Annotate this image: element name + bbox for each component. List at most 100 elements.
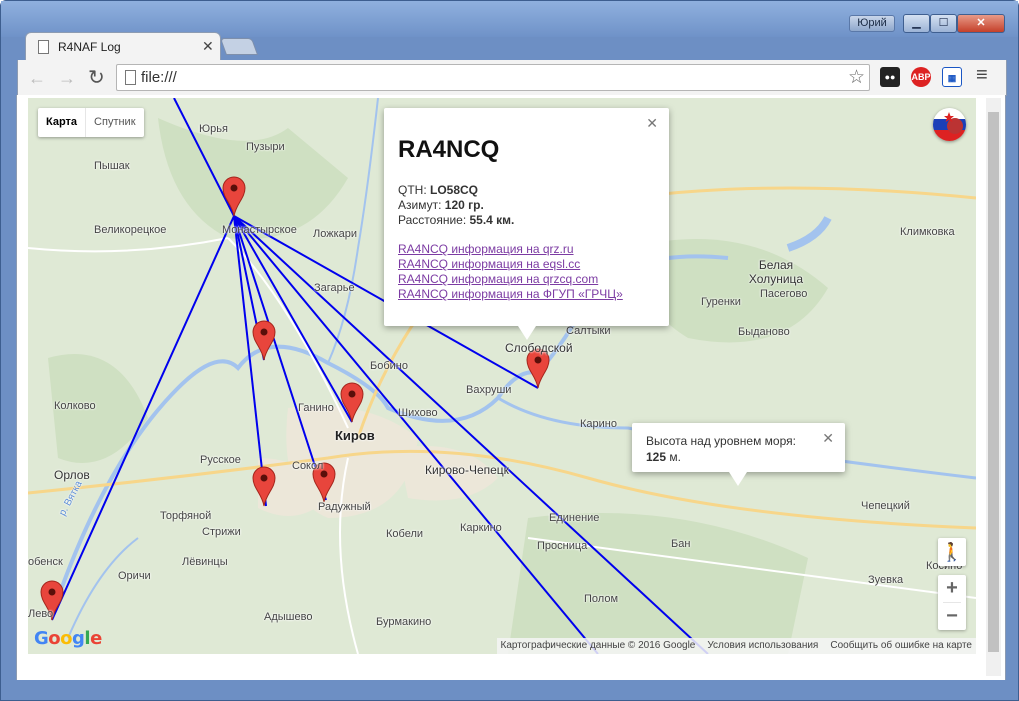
place-label: Загарье	[314, 282, 355, 294]
popup-callsign: RA4NCQ	[398, 136, 500, 163]
scrollbar-thumb[interactable]	[988, 112, 999, 652]
azimuth-value: 120 гр.	[444, 198, 484, 212]
place-label: Лево	[28, 608, 54, 620]
place-label: Лёвинцы	[182, 556, 228, 568]
popup-info: QTH: LO58CQ Азимут: 120 гр. Расстояние: …	[398, 183, 514, 228]
toolbar: ← → ↻ file:/// ☆ ●● ABP ▦ ≡	[17, 60, 1007, 96]
reload-button[interactable]: ↻	[88, 65, 105, 90]
report-error-link[interactable]: Сообщить об ошибке на карте	[830, 638, 972, 654]
popup-tail	[518, 326, 536, 340]
google-logo[interactable]: Google	[34, 628, 102, 649]
menu-icon[interactable]: ≡	[976, 64, 988, 87]
zoom-control: + −	[938, 575, 966, 630]
qth-value: LO58CQ	[430, 183, 479, 197]
close-window-button[interactable]: ✕	[957, 14, 1005, 33]
place-label: Просница	[537, 540, 588, 552]
page-content: Юрья Пузыри Пышак Великорецкое Монастырское Л…	[16, 95, 1006, 680]
place-label: Великорецкое	[94, 224, 167, 236]
place-label: Ганино	[298, 402, 334, 414]
extension-glasses-icon[interactable]: ●●	[880, 67, 900, 87]
place-label: Салтыки	[566, 325, 611, 337]
place-label: Ложкари	[313, 228, 358, 240]
place-label: Зуевка	[868, 574, 904, 586]
map-data-credit: Картографические данные © 2016 Google	[500, 640, 696, 651]
place-label: Кирово-Чепецк	[425, 463, 509, 477]
elevation-value: 125	[646, 450, 667, 464]
new-tab-button[interactable]	[219, 38, 259, 55]
elevation-popup-tail	[729, 472, 747, 486]
qth-label: QTH:	[398, 183, 430, 197]
map-type-satellite-button[interactable]: Спутник	[85, 108, 143, 137]
place-label: Стрижи	[202, 526, 241, 538]
place-label: Кобели	[386, 528, 424, 540]
profile-button[interactable]: Юрий	[849, 15, 895, 32]
place-label: Торфяной	[160, 510, 212, 522]
popup-links: RA4NCQ информация на qrz.ru RA4NCQ инфор…	[398, 242, 623, 302]
flag-avatar-icon	[933, 108, 966, 141]
place-label: Вахруши	[466, 384, 512, 396]
place-label: Единение	[549, 512, 600, 524]
street-view-pegman-icon[interactable]: 🚶	[938, 538, 966, 566]
zoom-out-button[interactable]: −	[938, 603, 966, 630]
place-label: Сокол	[292, 460, 324, 472]
terms-link[interactable]: Условия использования	[707, 638, 818, 654]
place-label: Колково	[54, 400, 96, 412]
user-avatar[interactable]	[933, 108, 966, 141]
place-label: Оричи	[118, 570, 151, 582]
station-info-popup: ✕ RA4NCQ QTH: LO58CQ Азимут: 120 гр. Рас…	[384, 108, 669, 326]
place-label: Бурмакино	[376, 616, 432, 628]
place-label: Киров	[335, 428, 375, 443]
place-label: Каркино	[460, 522, 502, 534]
place-label: Полом	[584, 593, 619, 605]
place-label: Шихово	[398, 407, 438, 419]
place-label: Чепецкий	[861, 500, 910, 512]
link-eqsl[interactable]: RA4NCQ информация на eqsl.cc	[398, 257, 623, 272]
place-label: Пышак	[94, 160, 130, 172]
place-label: Юрья	[199, 123, 228, 135]
distance-value: 55.4 км.	[469, 213, 515, 227]
elevation-close-icon[interactable]: ✕	[822, 430, 834, 447]
link-qrzcq[interactable]: RA4NCQ информация на qrzcq.com	[398, 272, 623, 287]
url-text[interactable]: file:///	[141, 69, 177, 86]
minimize-button[interactable]: ▁	[903, 14, 930, 33]
place-label: Монастырское	[222, 224, 297, 236]
place-label: Карино	[580, 418, 617, 430]
bookmark-star-icon[interactable]: ☆	[848, 66, 865, 89]
place-label: Русское	[200, 454, 241, 466]
place-label: Белая Холуница	[748, 258, 804, 286]
azimuth-label: Азимут:	[398, 198, 445, 212]
tab-close-icon[interactable]: ✕	[202, 38, 214, 55]
place-label: Пузыри	[246, 141, 285, 153]
place-label: Адышево	[264, 611, 313, 623]
address-bar[interactable]: file:/// ☆	[116, 64, 870, 91]
elevation-unit: м.	[666, 450, 681, 464]
calendar-extension-icon[interactable]: ▦	[942, 67, 962, 87]
window-bottom-frame	[16, 680, 1006, 686]
elevation-label: Высота над уровнем моря:	[646, 434, 796, 448]
back-button[interactable]: ←	[28, 68, 46, 89]
elevation-text: Высота над уровнем моря: 125 м.	[646, 433, 796, 465]
map-type-map-button[interactable]: Карта	[38, 108, 85, 137]
place-label: Орлов	[54, 468, 90, 482]
link-qrz-ru[interactable]: RA4NCQ информация на qrz.ru	[398, 242, 623, 257]
maximize-button[interactable]: ☐	[930, 14, 957, 33]
place-label: Бан	[671, 538, 691, 550]
adblock-icon[interactable]: ABP	[911, 67, 931, 87]
forward-button[interactable]: →	[58, 68, 76, 89]
google-map[interactable]: Юрья Пузыри Пышак Великорецкое Монастырское Л…	[28, 98, 976, 654]
place-label: обенск	[28, 556, 63, 568]
link-grchc[interactable]: RA4NCQ информация на ФГУП «ГРЧЦ»	[398, 287, 623, 302]
popup-close-icon[interactable]: ✕	[646, 115, 658, 132]
tab-title: R4NAF Log	[58, 40, 121, 54]
vertical-scrollbar[interactable]	[986, 98, 1001, 676]
page-icon	[38, 40, 49, 54]
place-label: Пасегово	[760, 288, 808, 300]
map-attribution: Картографические данные © 2016 Google Ус…	[496, 638, 976, 654]
map-type-control: Карта Спутник	[38, 108, 144, 137]
place-label: Слободской	[505, 341, 573, 355]
elevation-popup: ✕ Высота над уровнем моря: 125 м.	[632, 423, 845, 472]
zoom-in-button[interactable]: +	[938, 575, 966, 602]
place-label: Бобино	[370, 360, 408, 372]
tab-r4naf-log[interactable]: R4NAF Log ✕	[25, 32, 221, 61]
place-label: Радужный	[318, 501, 371, 513]
